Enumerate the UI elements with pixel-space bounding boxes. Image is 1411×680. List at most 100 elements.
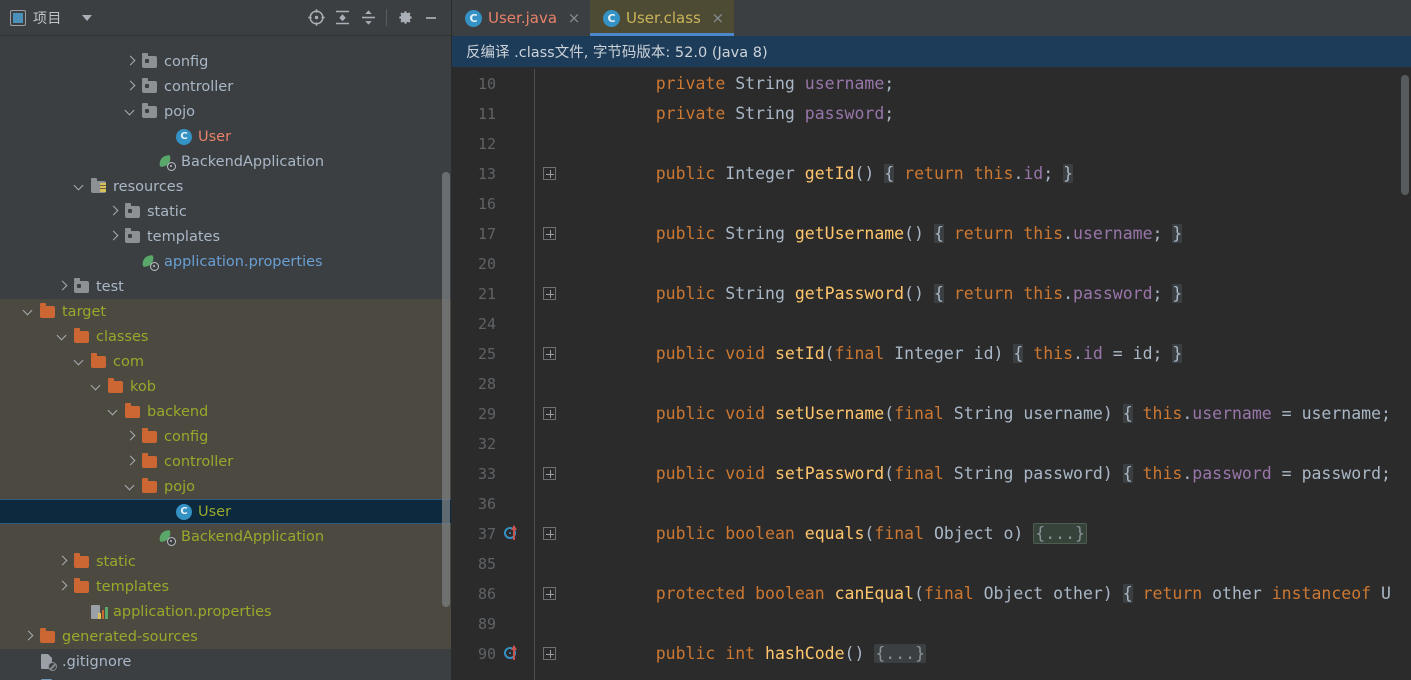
code-line[interactable]: 17 public String getUsername() { return … bbox=[452, 219, 1411, 249]
expand-all-icon[interactable] bbox=[329, 5, 355, 31]
tree-expand-down-icon[interactable] bbox=[57, 331, 68, 342]
tree-item[interactable]: C User bbox=[0, 124, 452, 149]
code-line[interactable]: 85 bbox=[452, 549, 1411, 579]
tree-item-label: kob bbox=[130, 378, 156, 395]
tree-item-label: .gitignore bbox=[62, 653, 132, 670]
line-number: 10 bbox=[477, 75, 496, 93]
fold-expand-icon[interactable] bbox=[534, 519, 568, 549]
code-line[interactable]: 32 bbox=[452, 429, 1411, 459]
tree-expand-right-icon[interactable] bbox=[57, 281, 68, 292]
code-line[interactable]: 20 bbox=[452, 249, 1411, 279]
tree-item[interactable]: test bbox=[0, 274, 452, 299]
overriding-method-icon[interactable] bbox=[500, 639, 534, 669]
close-icon[interactable]: × bbox=[567, 9, 581, 27]
tree-item[interactable]: BackendApplication bbox=[0, 149, 452, 174]
gutter-slot bbox=[500, 399, 534, 429]
project-scrollbar[interactable] bbox=[442, 172, 450, 607]
tree-expand-right-icon[interactable] bbox=[125, 456, 136, 467]
tree-item[interactable]: config bbox=[0, 424, 452, 449]
tree-item[interactable]: controller bbox=[0, 74, 452, 99]
tree-item[interactable]: .gitignore bbox=[0, 649, 452, 674]
tree-expand-down-icon[interactable] bbox=[23, 306, 34, 317]
minimize-icon[interactable] bbox=[418, 5, 444, 31]
tree-item[interactable]: application.properties bbox=[0, 599, 452, 624]
tree-expand-right-icon[interactable] bbox=[57, 581, 68, 592]
overriding-method-icon[interactable] bbox=[500, 519, 534, 549]
tree-item[interactable]: config bbox=[0, 49, 452, 74]
fold-expand-icon[interactable] bbox=[534, 219, 568, 249]
editor-tab-user-class[interactable]: C User.class × bbox=[590, 0, 734, 36]
tree-expand-right-icon[interactable] bbox=[108, 206, 119, 217]
code-line[interactable]: 89 bbox=[452, 609, 1411, 639]
code-line[interactable]: 90 public int hashCode() {...} bbox=[452, 639, 1411, 669]
tree-expand-right-icon[interactable] bbox=[57, 556, 68, 567]
editor-scrollbar[interactable] bbox=[1401, 75, 1409, 195]
tree-item[interactable]: com bbox=[0, 349, 452, 374]
code-line[interactable]: 25 public void setId(final Integer id) {… bbox=[452, 339, 1411, 369]
tree-expand-down-icon[interactable] bbox=[108, 406, 119, 417]
code-line[interactable]: 24 bbox=[452, 309, 1411, 339]
tree-expand-down-icon[interactable] bbox=[91, 381, 102, 392]
fold-expand-icon[interactable] bbox=[534, 279, 568, 309]
tree-item[interactable]: controller bbox=[0, 449, 452, 474]
tree-item[interactable]: kob bbox=[0, 374, 452, 399]
tree-item[interactable] bbox=[0, 674, 452, 680]
fold-expand-icon[interactable] bbox=[534, 399, 568, 429]
code-line[interactable]: 36 bbox=[452, 489, 1411, 519]
fold-expand-icon[interactable] bbox=[534, 459, 568, 489]
code-line[interactable]: 12 bbox=[452, 129, 1411, 159]
tree-item[interactable]: application.properties bbox=[0, 249, 452, 274]
tree-expand-right-icon[interactable] bbox=[125, 56, 136, 67]
target-crosshair-icon[interactable] bbox=[303, 5, 329, 31]
tree-expand-down-icon[interactable] bbox=[125, 106, 136, 117]
fold-expand-icon[interactable] bbox=[534, 339, 568, 369]
tree-item[interactable]: templates bbox=[0, 574, 452, 599]
tree-expand-down-icon[interactable] bbox=[74, 181, 85, 192]
tree-item[interactable]: static bbox=[0, 549, 452, 574]
fold-expand-icon[interactable] bbox=[534, 579, 568, 609]
code-line[interactable]: 28 bbox=[452, 369, 1411, 399]
code-line[interactable]: 16 bbox=[452, 189, 1411, 219]
tree-expand-right-icon[interactable] bbox=[23, 631, 34, 642]
code-line[interactable]: 13 public Integer getId() { return this.… bbox=[452, 159, 1411, 189]
project-title-group[interactable]: 项目 bbox=[10, 8, 62, 28]
tree-item[interactable]: generated-sources bbox=[0, 624, 452, 649]
project-file-tree[interactable]: config controller pojo C User BackendApplicat… bbox=[0, 49, 452, 680]
code-line[interactable]: 10 private String username; bbox=[452, 69, 1411, 99]
tree-expand-right-icon[interactable] bbox=[108, 231, 119, 242]
tree-item-selected[interactable]: C User bbox=[0, 499, 452, 524]
code-line[interactable]: 29 public void setUsername(final String … bbox=[452, 399, 1411, 429]
tree-item[interactable]: backend bbox=[0, 399, 452, 424]
tree-item[interactable]: templates bbox=[0, 224, 452, 249]
code-line[interactable]: 37 public boolean equals(final Object o)… bbox=[452, 519, 1411, 549]
toolbar-divider bbox=[386, 9, 387, 26]
code-editor[interactable]: 10 private String username; 11 private St… bbox=[452, 69, 1411, 680]
code-text: public String getUsername() { return thi… bbox=[655, 224, 1183, 243]
collapse-all-icon[interactable] bbox=[355, 5, 381, 31]
line-number: 85 bbox=[477, 555, 496, 573]
fold-expand-icon[interactable] bbox=[534, 639, 568, 669]
gear-icon[interactable] bbox=[392, 5, 418, 31]
code-line[interactable]: 11 private String password; bbox=[452, 99, 1411, 129]
tree-expand-down-icon[interactable] bbox=[74, 356, 85, 367]
editor-tab-bar: C User.java × C User.class × bbox=[452, 0, 1411, 36]
tree-item[interactable]: pojo bbox=[0, 99, 452, 124]
tree-item[interactable]: classes bbox=[0, 324, 452, 349]
chevron-down-icon[interactable] bbox=[81, 14, 92, 21]
tree-item[interactable]: target bbox=[0, 299, 452, 324]
tree-expand-right-icon[interactable] bbox=[125, 81, 136, 92]
tree-item[interactable]: BackendApplication bbox=[0, 524, 452, 549]
tree-item[interactable]: resources bbox=[0, 174, 452, 199]
tree-item[interactable]: pojo bbox=[0, 474, 452, 499]
close-icon[interactable]: × bbox=[711, 9, 725, 27]
fold-expand-icon[interactable] bbox=[534, 159, 568, 189]
code-line[interactable]: 21 public String getPassword() { return … bbox=[452, 279, 1411, 309]
tree-item[interactable]: static bbox=[0, 199, 452, 224]
code-line[interactable]: 33 public void setPassword(final String … bbox=[452, 459, 1411, 489]
code-line[interactable]: 86 protected boolean canEqual(final Obje… bbox=[452, 579, 1411, 609]
tree-expand-right-icon[interactable] bbox=[125, 431, 136, 442]
tree-expand-down-icon[interactable] bbox=[125, 481, 136, 492]
editor-tab-user-java[interactable]: C User.java × bbox=[452, 0, 591, 36]
gutter-slot bbox=[500, 69, 534, 99]
